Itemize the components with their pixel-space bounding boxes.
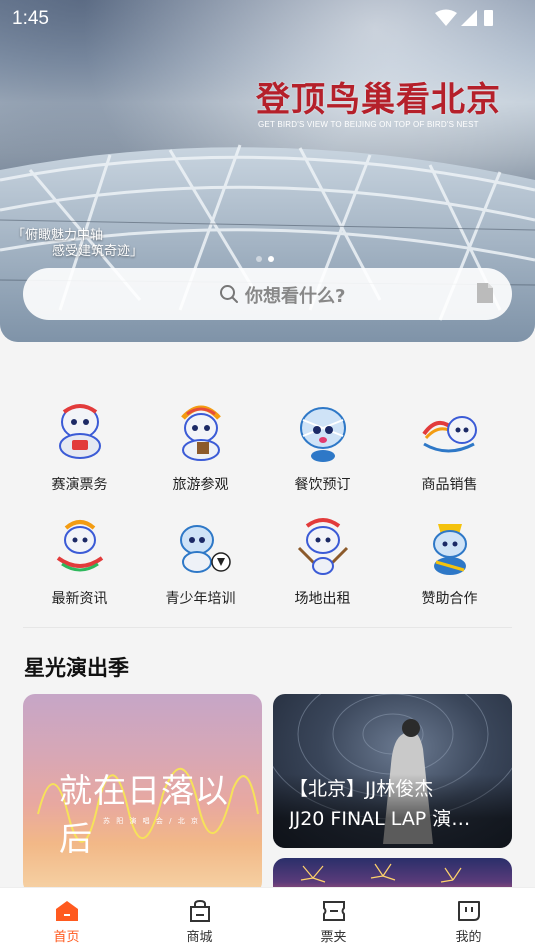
status-icons — [433, 8, 495, 32]
banner-slogan-line2: 感受建筑奇迹」 — [52, 244, 144, 259]
mascot-ticket-icon — [58, 404, 101, 459]
event-card-subtitle: 苏 阳 演 唱 会 / 北 京 — [103, 817, 200, 825]
category-shop[interactable]: 商品销售 — [383, 400, 516, 494]
profile-icon — [457, 901, 480, 921]
section-divider — [23, 627, 512, 628]
nav-profile[interactable]: 我的 — [402, 888, 535, 951]
nav-label: 商城 — [186, 930, 213, 945]
event-card-sunset[interactable]: 就在日落以后 苏 阳 演 唱 会 / 北 京 — [23, 694, 262, 894]
nav-label: 首页 — [53, 930, 80, 945]
home-icon — [55, 901, 78, 921]
event-card-caption-line1: 【北京】JJ林俊杰 — [289, 778, 434, 800]
carousel-dot[interactable] — [256, 256, 262, 262]
event-card-caption-line2: JJ20 FINAL LAP 演… — [289, 808, 471, 830]
mascot-venue-icon — [297, 518, 348, 575]
nav-label: 我的 — [455, 930, 482, 945]
mascot-sponsor-icon — [432, 524, 467, 575]
category-ticketing[interactable]: 赛演票务 — [13, 400, 146, 494]
mascot-shop-icon — [421, 416, 477, 453]
category-tour[interactable]: 旅游参观 — [134, 400, 267, 494]
wifi-icon — [435, 9, 457, 26]
nav-home[interactable]: 首页 — [0, 888, 133, 951]
shopping-bag-icon — [189, 899, 210, 922]
mascot-news-icon — [56, 520, 103, 572]
category-label: 赛演票务 — [51, 477, 108, 493]
category-label: 场地出租 — [294, 591, 351, 607]
event-card-caption: 【北京】JJ林俊杰 JJ20 FINAL LAP 演… — [273, 774, 512, 848]
mascot-tour-icon — [180, 405, 221, 461]
mascot-training-icon — [179, 525, 231, 573]
search-icon — [220, 285, 238, 303]
search-placeholder: 你想看什么? — [245, 286, 346, 307]
banner-title: 登顶鸟巢看北京 — [256, 80, 501, 120]
category-dining[interactable]: 餐饮预订 — [256, 400, 389, 494]
bottom-navigation: 首页 商城 票夹 我的 — [0, 887, 535, 951]
battery-icon — [484, 10, 493, 26]
category-sponsor[interactable]: 赞助合作 — [383, 514, 516, 608]
nav-tickets[interactable]: 票夹 — [267, 888, 400, 951]
banner-slogan: 「俯瞰魅力中轴 感受建筑奇迹」 — [12, 228, 143, 260]
category-label: 青少年培训 — [165, 591, 236, 607]
banner-slogan-line1: 「俯瞰魅力中轴 — [12, 228, 104, 243]
section-title: 星光演出季 — [24, 656, 129, 680]
nav-label: 票夹 — [320, 930, 347, 945]
category-label: 旅游参观 — [172, 477, 229, 493]
mascot-dining-icon — [299, 407, 346, 462]
banner-subtitle: GET BIRD'S VIEW TO BEIJING ON TOP OF BIR… — [258, 120, 479, 129]
home-page: 1:45 登顶鸟巢看北京 GET BIRD'S VIEW TO BEIJING … — [0, 0, 535, 951]
ticket-icon — [322, 901, 345, 921]
category-label: 最新资讯 — [51, 591, 108, 607]
event-card-jj-lin[interactable]: 【北京】JJ林俊杰 JJ20 FINAL LAP 演… — [273, 694, 512, 848]
signal-icon — [461, 10, 477, 26]
search-bar[interactable]: 你想看什么? — [23, 268, 512, 320]
category-label: 赞助合作 — [421, 591, 478, 607]
status-time: 1:45 — [12, 8, 49, 29]
nav-shop[interactable]: 商城 — [133, 888, 266, 951]
category-news[interactable]: 最新资讯 — [13, 514, 146, 608]
event-card-title: 就在日落以后 — [59, 771, 229, 858]
hero-banner[interactable]: 1:45 登顶鸟巢看北京 GET BIRD'S VIEW TO BEIJING … — [0, 0, 535, 342]
category-label: 餐饮预订 — [294, 477, 351, 493]
category-venue[interactable]: 场地出租 — [256, 514, 389, 608]
category-label: 商品销售 — [421, 477, 478, 493]
category-training[interactable]: 青少年培训 — [134, 514, 267, 608]
carousel-dot-active[interactable] — [268, 256, 274, 262]
document-icon[interactable] — [476, 282, 494, 304]
carousel-indicator — [256, 247, 280, 266]
status-bar: 1:45 — [0, 0, 535, 40]
